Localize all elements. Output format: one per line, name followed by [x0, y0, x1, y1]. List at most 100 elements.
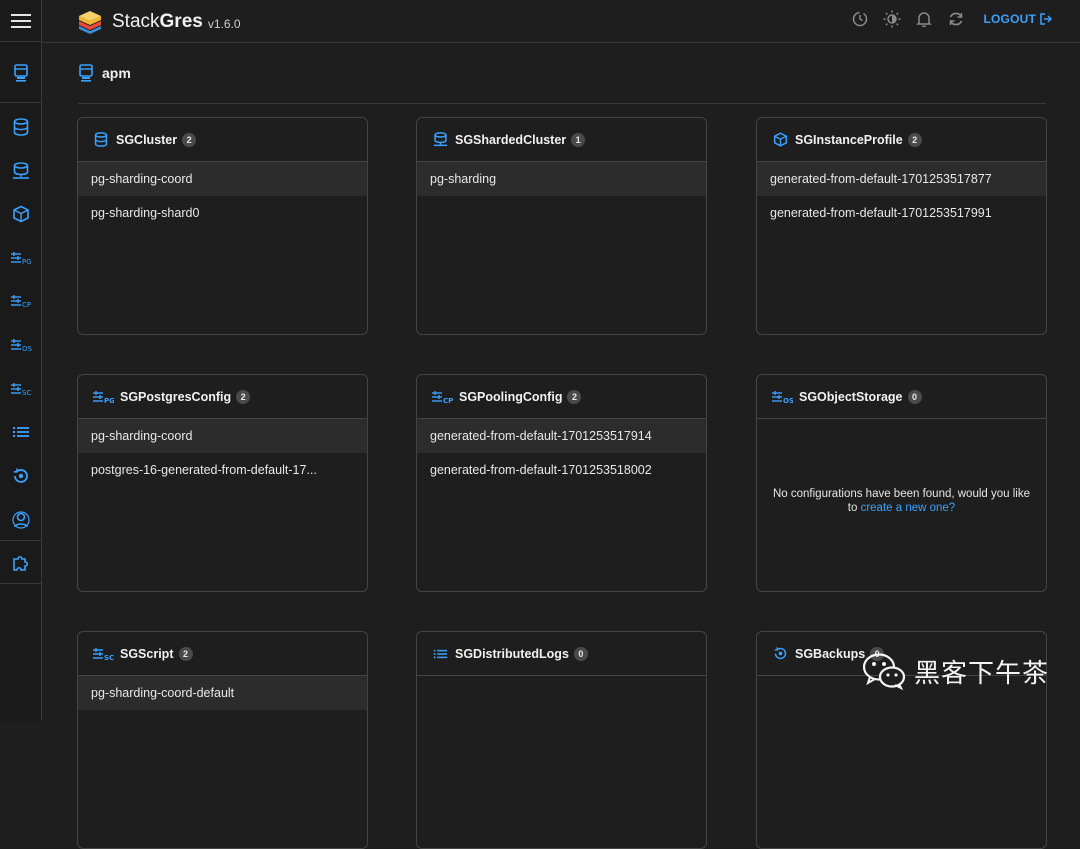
- card-title: SGObjectStorage: [799, 389, 903, 404]
- count-badge: 0: [907, 389, 922, 404]
- list-item[interactable]: pg-sharding: [417, 162, 706, 196]
- card-sgpoolingconfig: CP SGPoolingConfig 2 generated-from-defa…: [416, 374, 707, 592]
- count-badge: 2: [178, 646, 193, 661]
- count-badge: 2: [567, 389, 582, 404]
- card-sgdistributedlogs: SGDistributedLogs 0: [416, 631, 707, 849]
- version-label: v1.6.0: [207, 17, 241, 31]
- card-title: SGDistributedLogs: [455, 646, 569, 661]
- sidebar-item-sgdistributedlogs[interactable]: [0, 417, 41, 447]
- namespace-icon: [13, 64, 28, 82]
- list-icon: [433, 649, 447, 658]
- sidebar-item-sgbackups[interactable]: [0, 461, 41, 491]
- svg-text:PG: PG: [104, 397, 114, 404]
- card-header[interactable]: SGDistributedLogs 0: [417, 632, 706, 676]
- count-badge: 1: [571, 132, 586, 147]
- stackgres-logo-icon: [79, 11, 101, 34]
- card-title: SGShardedCluster: [455, 132, 567, 147]
- bell-icon: [916, 12, 933, 27]
- object-storage-icon: OS: [10, 339, 32, 352]
- sun-icon: [883, 10, 901, 28]
- sidebar-item-sgcluster[interactable]: [0, 112, 41, 142]
- card-header[interactable]: PG SGPostgresConfig 2: [78, 375, 367, 419]
- logout-label: LOGOUT: [983, 12, 1036, 26]
- clock-icon: [853, 11, 868, 27]
- logout-button[interactable]: LOGOUT: [983, 12, 1052, 26]
- svg-text:SC: SC: [22, 389, 31, 396]
- pooling-config-icon: CP: [10, 295, 31, 308]
- sidebar-item-sgpoolingconfig[interactable]: CP: [0, 286, 41, 316]
- backup-icon: [13, 468, 28, 483]
- notifications-button[interactable]: [915, 10, 933, 28]
- refresh-button[interactable]: [947, 10, 965, 28]
- backup-icon: [774, 647, 786, 660]
- card-sgshardedcluster: SGShardedCluster 1 pg-sharding: [416, 117, 707, 335]
- list-item[interactable]: postgres-16-generated-from-default-17...: [78, 453, 367, 487]
- svg-text:CP: CP: [22, 301, 31, 308]
- svg-text:SC: SC: [104, 654, 114, 661]
- count-badge: 2: [182, 132, 197, 147]
- list-item[interactable]: generated-from-default-1701253518002: [417, 453, 706, 487]
- refresh-icon: [950, 12, 963, 26]
- watermark-text: 黑客下午茶: [914, 658, 1050, 689]
- card-sgscript: SC SGScript 2 pg-sharding-coord-default: [77, 631, 368, 849]
- timezone-button[interactable]: [851, 10, 869, 28]
- sidebar-item-users[interactable]: [0, 505, 41, 535]
- list-item[interactable]: generated-from-default-1701253517914: [417, 419, 706, 453]
- card-header[interactable]: SGInstanceProfile 2: [757, 118, 1046, 162]
- sidebar: PG CP OS SC: [0, 0, 42, 721]
- namespace-name: apm: [102, 65, 131, 81]
- card-title: SGInstanceProfile: [795, 132, 903, 147]
- list-item[interactable]: pg-sharding-coord: [78, 162, 367, 196]
- sidebar-item-sgshardedcluster[interactable]: [0, 156, 41, 186]
- list-icon: [12, 427, 29, 437]
- card-header[interactable]: OS SGObjectStorage 0: [757, 375, 1046, 419]
- brand-name: StackGres: [112, 11, 203, 32]
- list-item[interactable]: pg-sharding-coord-default: [78, 676, 367, 710]
- create-new-link[interactable]: create a new one?: [861, 502, 956, 514]
- cube-icon: [12, 205, 29, 223]
- watermark: 黑客下午茶: [862, 651, 1049, 691]
- card-title: SGBackups: [795, 646, 866, 661]
- list-item[interactable]: pg-sharding-coord: [78, 419, 367, 453]
- list-item[interactable]: generated-from-default-1701253517991: [757, 196, 1046, 230]
- card-title: SGPostgresConfig: [120, 389, 232, 404]
- pooling-config-icon: CP: [432, 390, 453, 404]
- theme-toggle-button[interactable]: [883, 10, 901, 28]
- card-title: SGScript: [120, 646, 174, 661]
- puzzle-icon: [12, 555, 28, 571]
- svg-text:OS: OS: [783, 397, 793, 404]
- postgres-config-icon: PG: [10, 252, 31, 265]
- sidebar-item-sgobjectstorage[interactable]: OS: [0, 330, 41, 360]
- card-header[interactable]: SC SGScript 2: [78, 632, 367, 676]
- card-sgobjectstorage: OS SGObjectStorage 0 No configurations h…: [756, 374, 1047, 592]
- card-header[interactable]: CP SGPoolingConfig 2: [417, 375, 706, 419]
- count-badge: 2: [907, 132, 922, 147]
- card-header[interactable]: SGShardedCluster 1: [417, 118, 706, 162]
- menu-toggle-button[interactable]: [0, 0, 41, 42]
- sidebar-item-sgscript[interactable]: SC: [0, 374, 41, 404]
- card-header[interactable]: SGCluster 2: [78, 118, 367, 162]
- sidebar-item-extensions[interactable]: [0, 548, 41, 578]
- logout-icon: [1040, 13, 1052, 25]
- list-item[interactable]: pg-sharding-shard0: [78, 196, 367, 230]
- cube-icon: [773, 132, 787, 147]
- svg-text:CP: CP: [443, 397, 453, 404]
- count-badge: 0: [573, 646, 588, 661]
- script-icon: SC: [10, 383, 31, 396]
- top-header: StackGres v1.6.0 LOGOUT: [42, 0, 1080, 43]
- sidebar-item-sgpostgresconfig[interactable]: PG: [0, 243, 41, 273]
- script-icon: SC: [93, 647, 114, 661]
- sidebar-item-sginstanceprofile[interactable]: [0, 199, 41, 229]
- empty-state-message: No configurations have been found, would…: [757, 487, 1046, 515]
- namespace-icon: [79, 64, 93, 82]
- svg-text:OS: OS: [22, 345, 32, 352]
- card-sgpostgresconfig: PG SGPostgresConfig 2 pg-sharding-coord …: [77, 374, 368, 592]
- user-badge-icon: [11, 511, 30, 529]
- sidebar-item-namespace[interactable]: [0, 58, 41, 88]
- list-item[interactable]: generated-from-default-1701253517877: [757, 162, 1046, 196]
- postgres-config-icon: PG: [93, 390, 114, 404]
- brand[interactable]: StackGres v1.6.0: [76, 8, 241, 36]
- sharded-database-icon: [12, 162, 29, 179]
- hamburger-icon: [10, 13, 31, 28]
- wechat-icon: [862, 653, 906, 690]
